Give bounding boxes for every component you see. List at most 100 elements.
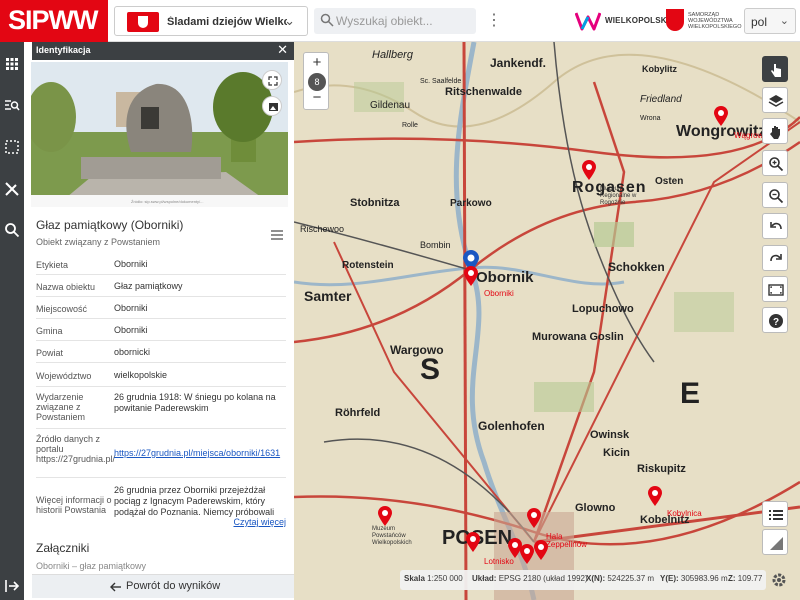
map-label: Stobnitza: [350, 197, 400, 209]
info-pointer-button[interactable]: [762, 56, 788, 82]
search-icon[interactable]: [4, 222, 20, 238]
select-area-icon[interactable]: [4, 139, 20, 155]
undo-view-button[interactable]: [762, 213, 788, 239]
pin-label[interactable]: Muzeum Regionalne w Rogoźnie: [600, 186, 644, 207]
wielkopolska-logo-icon: [575, 12, 601, 31]
attribute-value: 26 grudnia przez Oborniki przejeżdżał po…: [114, 485, 275, 519]
gear-icon[interactable]: [770, 571, 788, 589]
full-extent-icon: [768, 284, 784, 296]
pin-label[interactable]: Muzeum Powstańców Wielkopolskich: [372, 526, 430, 547]
map-label: Rolle: [402, 122, 418, 129]
pin-label[interactable]: Kobylnica: [667, 509, 702, 518]
left-toolbar: [0, 42, 24, 600]
undo-icon: [770, 222, 782, 230]
zoom-out-tool-button[interactable]: [762, 182, 788, 208]
attribute-value: Oborniki: [114, 325, 148, 335]
chevron-down-icon: ⌄: [284, 13, 295, 28]
panel-title: Identyfikacja: [36, 45, 91, 55]
fullscreen-button[interactable]: [262, 70, 282, 90]
full-extent-button[interactable]: [762, 276, 788, 302]
attachment-item[interactable]: Oborniki – głaz pamiątkowy: [36, 561, 146, 571]
pan-button[interactable]: [762, 118, 788, 144]
zoom-in-tool-button[interactable]: [762, 150, 788, 176]
legend-button[interactable]: [762, 501, 788, 527]
source-link[interactable]: https://27grudnia.pl/miejsca/oborniki/16…: [114, 448, 280, 458]
logout-icon[interactable]: [4, 578, 20, 594]
attribute-key: Więcej informacji o historii Powstania: [36, 495, 112, 515]
map-pin-icon[interactable]: [464, 266, 478, 286]
help-button[interactable]: ?: [762, 307, 788, 333]
coordinate-status-bar: Skala 1:250 000 Układ: EPSG 2180 (układ …: [400, 570, 766, 590]
language-select[interactable]: pol ⌄: [744, 8, 796, 34]
zoom-in-button[interactable]: +: [304, 54, 330, 71]
pin-label[interactable]: Oborniki: [484, 289, 514, 298]
map-pin-icon[interactable]: [582, 160, 596, 180]
map-pin-icon[interactable]: [648, 486, 662, 506]
pin-label[interactable]: Lotnisko: [484, 557, 514, 566]
redo-icon: [770, 254, 782, 262]
map-label: Samter: [304, 288, 352, 304]
tools-icon[interactable]: [4, 181, 20, 197]
map-pin-icon[interactable]: [527, 508, 541, 528]
gallery-button[interactable]: [262, 96, 282, 116]
z-coordinate-label: Z:: [728, 574, 736, 583]
attribute-key: Wydarzenie związane z Powstaniem: [36, 392, 86, 422]
back-button-label: Powrót do wyników: [126, 580, 221, 592]
z-coordinate-value: 109.77: [737, 574, 763, 583]
attribute-row: Miejscowość Oborniki: [36, 297, 286, 319]
read-more-link[interactable]: Czytaj więcej: [233, 517, 286, 527]
attribute-key: Powiat: [36, 348, 64, 358]
gallery-icon: [269, 103, 278, 111]
object-title: Głaz pamiątkowy (Oborniki): [36, 218, 184, 232]
map-label: Rischewoo: [300, 224, 345, 234]
attribute-value: Oborniki: [114, 259, 148, 269]
map-label: Osten: [655, 176, 684, 187]
map-label: Jankendf.: [490, 56, 547, 70]
map-pin-icon[interactable]: [520, 544, 534, 564]
map-label: Kicin: [603, 447, 630, 459]
project-select[interactable]: Śladami dziejów Wielkopolski ⌄: [114, 6, 308, 36]
pin-label[interactable]: Hala Zeppelinów: [546, 533, 592, 549]
attribute-key: Miejscowość: [36, 304, 88, 314]
attribute-value: 26 grudnia 1918: W śniegu po kolana na p…: [114, 392, 276, 413]
map-label: Kobylitz: [642, 64, 677, 74]
map-label: Lopuchowo: [572, 303, 634, 315]
object-photo[interactable]: Źródło: sip.sww.pl/wspolne/dokumenty/...: [31, 62, 288, 207]
close-icon[interactable]: ✕: [277, 43, 288, 57]
map-label: Murowana Goslin: [532, 331, 624, 343]
more-options-icon[interactable]: ⋮: [486, 10, 502, 32]
map-pin-icon[interactable]: [466, 532, 480, 552]
y-coordinate-label: Y(E):: [660, 574, 679, 583]
crest-icon: [666, 9, 684, 31]
attribute-value: obornicki: [114, 347, 151, 357]
object-subtitle: Obiekt związany z Powstaniem: [36, 237, 161, 247]
hamburger-menu-icon[interactable]: [271, 230, 283, 240]
map-label: Riskupitz: [637, 463, 686, 475]
search-box[interactable]: [314, 8, 476, 34]
map-label: Gildenau: [370, 100, 411, 111]
crs-value[interactable]: EPSG 2180 (układ 1992): [499, 574, 588, 583]
x-coordinate-value: 524225.37 m: [607, 574, 655, 583]
back-to-results-button[interactable]: Powrót do wyników: [32, 574, 294, 598]
redo-view-button[interactable]: [762, 245, 788, 271]
layers-button[interactable]: [762, 87, 788, 113]
overview-map-button[interactable]: [762, 529, 788, 555]
map-pin-icon[interactable]: [714, 106, 728, 126]
map-label: Ritschenwalde: [445, 86, 523, 98]
grid-menu-icon[interactable]: [4, 56, 20, 72]
panel-header: Identyfikacja ✕: [32, 42, 294, 60]
scale-value[interactable]: 1:250 000: [427, 574, 463, 583]
search-input[interactable]: [336, 12, 472, 30]
app-logo[interactable]: SIPWW: [0, 0, 108, 42]
map-region-letter: E: [680, 377, 701, 410]
map-pin-icon[interactable]: [534, 540, 548, 560]
map-label: Obornik: [476, 269, 534, 286]
attribute-row: Wydarzenie związane z Powstaniem 26 grud…: [36, 387, 286, 429]
attachments-title: Załączniki: [36, 541, 90, 555]
fullscreen-icon: [268, 76, 278, 86]
search-list-icon[interactable]: [4, 97, 20, 113]
svg-text:?: ?: [773, 317, 779, 328]
zoom-out-button[interactable]: −: [304, 89, 330, 106]
map-pin-icon[interactable]: [378, 506, 392, 526]
map-label: Parkowo: [450, 198, 492, 209]
